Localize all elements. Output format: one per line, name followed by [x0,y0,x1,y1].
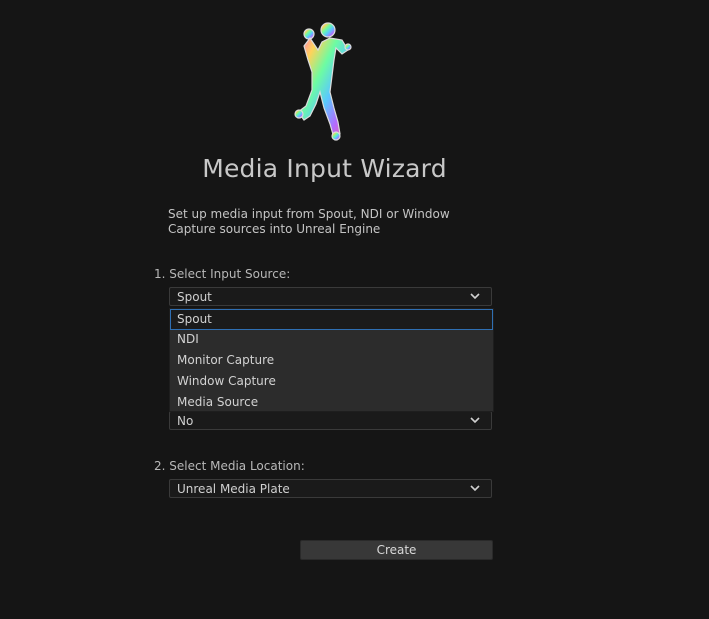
chevron-down-icon [470,293,480,300]
option-media-source[interactable]: Media Source [170,393,493,414]
create-button[interactable]: Create [300,540,493,560]
page-title: Media Input Wizard [202,154,447,183]
description-text: Set up media input from Spout, NDI or Wi… [168,207,450,236]
media-location-label: 2. Select Media Location: [154,459,305,473]
secondary-option-value: No [177,414,194,428]
media-location-value: Unreal Media Plate [177,482,290,496]
option-ndi[interactable]: NDI [170,330,493,351]
option-window-capture[interactable]: Window Capture [170,372,493,393]
input-source-dropdown: Spout NDI Monitor Capture Window Capture… [169,308,494,412]
dancing-figure-icon [290,20,356,142]
media-location-combo[interactable]: Unreal Media Plate [169,479,492,498]
input-source-label: 1. Select Input Source: [154,267,291,281]
option-spout[interactable]: Spout [170,309,493,330]
input-source-combo[interactable]: Spout [169,287,492,306]
input-source-value: Spout [177,290,212,304]
chevron-down-icon [470,417,480,424]
chevron-down-icon [470,485,480,492]
option-monitor-capture[interactable]: Monitor Capture [170,351,493,372]
